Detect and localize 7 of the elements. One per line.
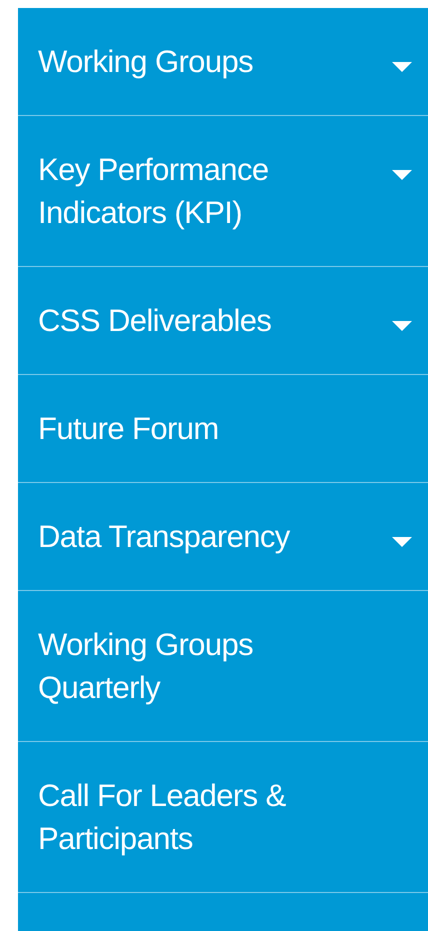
menu-link[interactable]: Working Groups Quarterly bbox=[18, 591, 428, 742]
menu-link[interactable]: Key Performance Indicators (KPI) bbox=[18, 116, 428, 267]
menu-link[interactable]: Working Groups bbox=[18, 8, 428, 116]
menu-link[interactable]: Data Transparency bbox=[18, 483, 428, 591]
menu-link[interactable]: CSS Deliverables bbox=[18, 267, 428, 375]
menu-link[interactable]: Future Forum bbox=[18, 375, 428, 483]
menu-link[interactable]: Call For Leaders & Participants bbox=[18, 742, 428, 893]
